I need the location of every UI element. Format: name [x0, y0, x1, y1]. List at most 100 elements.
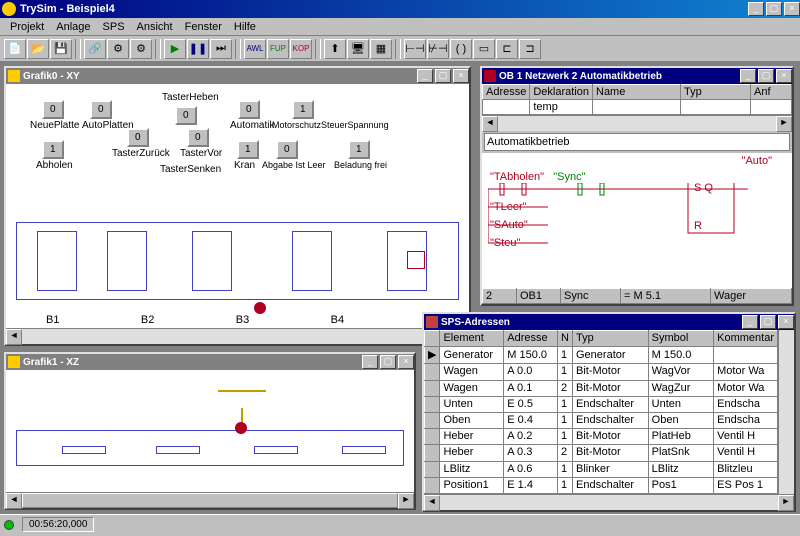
ob1-col-typ[interactable]: Typ — [681, 85, 751, 100]
menu-projekt[interactable]: Projekt — [4, 19, 50, 35]
abholen-btn[interactable]: 1 — [42, 140, 64, 159]
sps-col-4[interactable]: Typ — [573, 331, 649, 347]
ladder-diagram-icon: S Q R — [488, 183, 748, 253]
tool-new-icon[interactable]: 📄 — [4, 39, 26, 59]
sps-close[interactable]: × — [778, 315, 794, 329]
ob1-maximize[interactable]: ▢ — [758, 69, 774, 83]
window-icon — [426, 316, 438, 328]
grafik0-title: Grafik0 - XY — [23, 71, 415, 82]
table-row[interactable]: LBlitzA 0.61BlinkerLBlitzBlitzleu — [425, 461, 778, 477]
table-row[interactable]: HeberA 0.32Bit-MotorPlatSnkVentil H — [425, 445, 778, 461]
sps-col-1[interactable]: Element — [440, 331, 504, 347]
table-row[interactable]: WagenA 0.12Bit-MotorWagZurMotor Wa — [425, 380, 778, 396]
neueplatte-btn[interactable]: 0 — [42, 100, 64, 119]
sps-minimize[interactable]: _ — [742, 315, 758, 329]
maximize-button[interactable]: ▢ — [766, 2, 782, 16]
menu-ansicht[interactable]: Ansicht — [131, 19, 179, 35]
ob1-close[interactable]: × — [776, 69, 792, 83]
table-row[interactable]: UntenE 0.51EndschalterUntenEndscha — [425, 396, 778, 412]
grafik0-maximize[interactable]: ▢ — [435, 69, 451, 83]
sps-col-0[interactable] — [425, 331, 440, 347]
sps-col-3[interactable]: N — [558, 331, 573, 347]
abgabe-btn[interactable]: 0 — [276, 140, 298, 159]
tastervor-label: TasterVor — [180, 148, 222, 159]
tool-pc-icon[interactable]: 🖥 — [347, 39, 369, 59]
tool-awl-icon[interactable]: AWL — [244, 39, 266, 59]
menu-hilfe[interactable]: Hilfe — [228, 19, 262, 35]
tool-play-icon[interactable]: ▶ — [164, 39, 186, 59]
motorschutz-label: MotorschutzSteuerSpannung — [272, 120, 389, 130]
ob1-minimize[interactable]: _ — [740, 69, 756, 83]
tasterheben-btn[interactable]: 0 — [175, 106, 197, 125]
status-time: 00:56:20,000 — [22, 517, 94, 532]
axis-b4: B4 — [331, 314, 344, 326]
sps-scroll-h[interactable]: ◄► — [424, 494, 794, 510]
menu-sps[interactable]: SPS — [97, 19, 131, 35]
ob1-col-name[interactable]: Name — [593, 85, 681, 100]
ob1-title: OB 1 Netzwerk 2 Automatikbetrieb — [499, 71, 738, 82]
tasterheben-label: TasterHeben — [162, 92, 219, 103]
ob1-col-adresse[interactable]: Adresse — [483, 85, 530, 100]
tastervor-btn[interactable]: 0 — [187, 128, 209, 147]
ob1-col-dekl[interactable]: Deklaration — [530, 85, 593, 100]
tool-step-icon[interactable]: ⏭ — [210, 39, 232, 59]
tool-contact1-icon[interactable]: ⊢⊣ — [404, 39, 426, 59]
table-row[interactable]: WagenA 0.01Bit-MotorWagVorMotor Wa — [425, 364, 778, 380]
grafik0-scroll-h[interactable]: ◄► — [6, 328, 469, 344]
sps-table[interactable]: ElementAdresseNTypSymbolKommentar▶Genera… — [424, 330, 778, 494]
grafik1-maximize[interactable]: ▢ — [380, 355, 396, 369]
table-row[interactable]: Position1E 1.41EndschalterPos1ES Pos 1 — [425, 477, 778, 493]
tool-pause-icon[interactable]: ❚❚ — [187, 39, 209, 59]
tool-fup-icon[interactable]: FUP — [267, 39, 289, 59]
tool-coil-icon[interactable]: ( ) — [450, 39, 472, 59]
tool-save-icon[interactable]: 💾 — [50, 39, 72, 59]
grafik0-minimize[interactable]: _ — [417, 69, 433, 83]
sps-maximize[interactable]: ▢ — [760, 315, 776, 329]
grafik0-titlebar[interactable]: Grafik0 - XY _ ▢ × — [6, 68, 469, 84]
tool-box-icon[interactable]: ▭ — [473, 39, 495, 59]
tasterzurueck-btn[interactable]: 0 — [127, 128, 149, 147]
grafik0-close[interactable]: × — [453, 69, 469, 83]
menu-anlage[interactable]: Anlage — [50, 19, 96, 35]
ob1-table-scroll[interactable]: ◄► — [482, 115, 792, 131]
table-row[interactable]: HeberA 0.21Bit-MotorPlatHebVentil H — [425, 429, 778, 445]
beladung-btn[interactable]: 1 — [348, 140, 370, 159]
motorschutz-btn[interactable]: 1 — [292, 100, 314, 119]
toolbar: 📄 📂 💾 🔗 ⚙ ⚙ ▶ ❚❚ ⏭ AWL FUP KOP ⬆ 🖥 ▦ ⊢⊣ … — [0, 36, 800, 62]
axis-b3: B3 — [236, 314, 249, 326]
minimize-button[interactable]: _ — [748, 2, 764, 16]
kran-btn[interactable]: 1 — [237, 140, 259, 159]
tool-branch2-icon[interactable]: ⊐ — [519, 39, 541, 59]
tool-branch-icon[interactable]: ⊏ — [496, 39, 518, 59]
grafik1-minimize[interactable]: _ — [362, 355, 378, 369]
sps-col-5[interactable]: Symbol — [648, 331, 713, 347]
menu-fenster[interactable]: Fenster — [179, 19, 228, 35]
tool-contact2-icon[interactable]: ⊬⊣ — [427, 39, 449, 59]
tool-link-icon[interactable]: 🔗 — [84, 39, 106, 59]
ob1-titlebar[interactable]: OB 1 Netzwerk 2 Automatikbetrieb _ ▢ × — [482, 68, 792, 84]
grafik1-scroll-h[interactable]: ◄► — [6, 492, 414, 508]
sps-col-6[interactable]: Kommentar — [714, 331, 778, 347]
autoplatten-btn[interactable]: 0 — [90, 100, 112, 119]
sps-scroll-v[interactable] — [778, 330, 794, 494]
tool-gear-icon[interactable]: ⚙ — [107, 39, 129, 59]
tool-gear2-icon[interactable]: ⚙ — [130, 39, 152, 59]
tool-upload-icon[interactable]: ⬆ — [324, 39, 346, 59]
svg-text:R: R — [694, 220, 702, 232]
table-row[interactable]: ObenE 0.41EndschalterObenEndscha — [425, 413, 778, 429]
sps-col-2[interactable]: Adresse — [504, 331, 558, 347]
tool-table-icon[interactable]: ▦ — [370, 39, 392, 59]
grafik1-close[interactable]: × — [398, 355, 414, 369]
grafik1-titlebar[interactable]: Grafik1 - XZ _ ▢ × — [6, 354, 414, 370]
automatik-btn[interactable]: 0 — [238, 100, 260, 119]
tool-kop-icon[interactable]: KOP — [290, 39, 312, 59]
close-button[interactable]: × — [784, 2, 800, 16]
sps-titlebar[interactable]: SPS-Adressen _ ▢ × — [424, 314, 794, 330]
ob1-ladder[interactable]: "Auto" "TAbholen" "Sync" S Q R — [482, 153, 792, 288]
ob1-subtitle-input[interactable] — [484, 133, 790, 151]
ob1-col-anf[interactable]: Anf — [751, 85, 792, 100]
tool-open-icon[interactable]: 📂 — [27, 39, 49, 59]
table-row[interactable]: ▶GeneratorM 150.01GeneratorM 150.0 — [425, 347, 778, 364]
window-icon — [8, 356, 20, 368]
ob1-f3: = M 5.1 — [621, 289, 711, 304]
